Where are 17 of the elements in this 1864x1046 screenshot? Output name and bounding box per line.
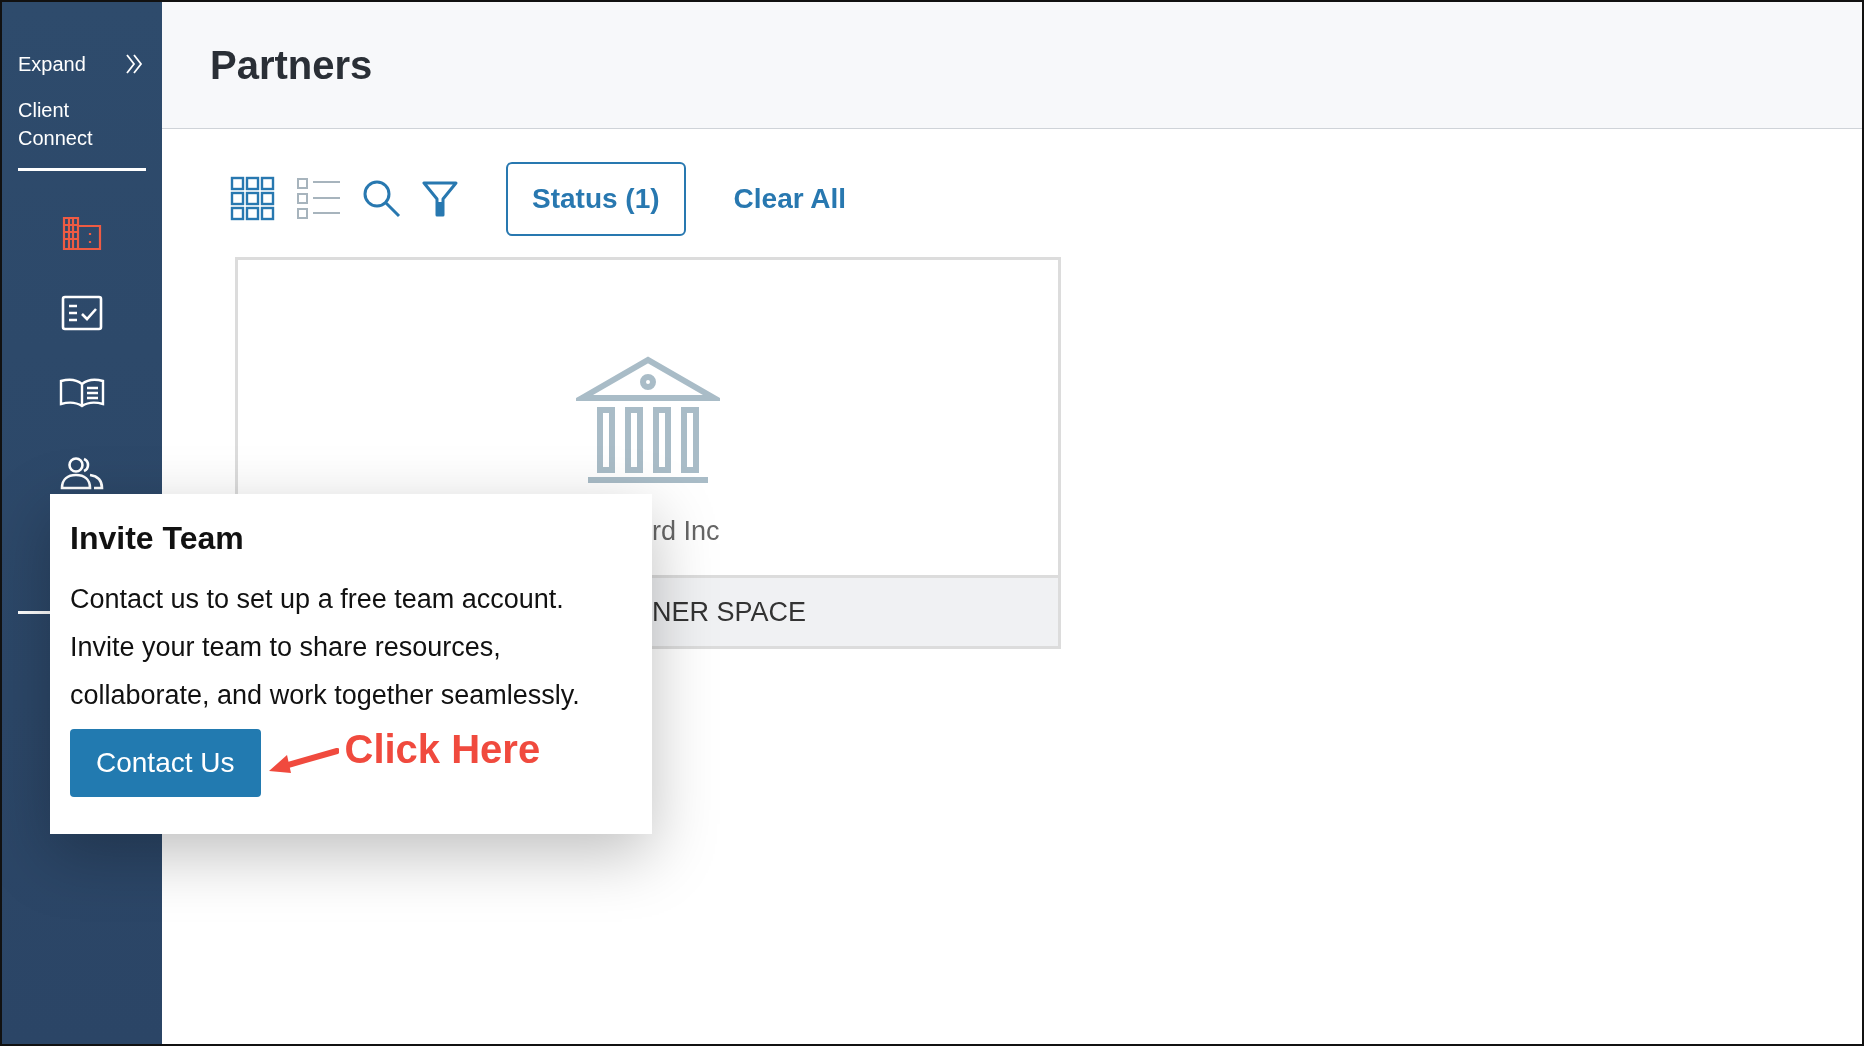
page-title: Partners bbox=[210, 42, 373, 88]
clear-all-link[interactable]: Clear All bbox=[733, 183, 847, 215]
grid-view-icon[interactable] bbox=[230, 176, 276, 222]
partner-name: rd Inc bbox=[652, 516, 720, 546]
status-filter-button[interactable]: Status (1) bbox=[506, 162, 686, 236]
annotation-text: Click Here bbox=[344, 726, 541, 772]
expand-label[interactable]: Expand bbox=[18, 52, 86, 76]
bank-icon bbox=[576, 356, 720, 486]
building-icon[interactable] bbox=[62, 216, 102, 250]
contact-us-button[interactable]: Contact Us bbox=[70, 729, 261, 797]
search-icon[interactable] bbox=[362, 179, 402, 219]
checklist-icon[interactable] bbox=[61, 295, 103, 331]
filter-icon[interactable] bbox=[422, 180, 458, 218]
partner-space-label: NER SPACE bbox=[652, 596, 807, 628]
book-icon[interactable] bbox=[59, 376, 105, 410]
people-icon[interactable] bbox=[59, 456, 105, 490]
app-name: Client Connect bbox=[18, 98, 94, 151]
